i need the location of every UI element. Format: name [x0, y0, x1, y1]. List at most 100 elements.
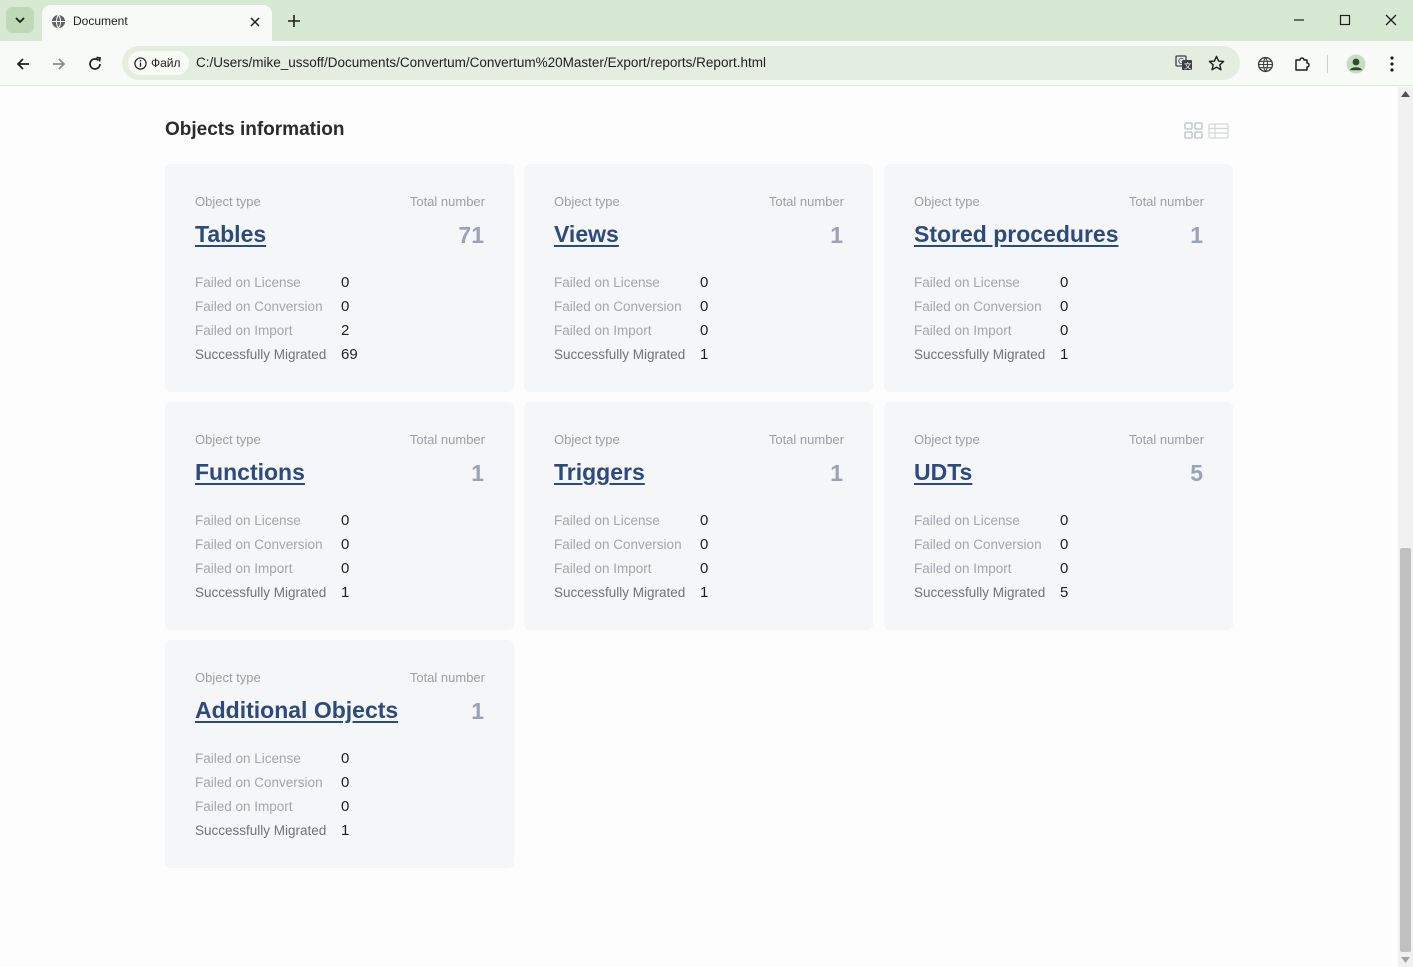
total-number-label: Total number [409, 432, 485, 447]
table-view-button[interactable] [1208, 123, 1229, 144]
globe-icon [51, 14, 66, 34]
object-card: Object type Total number Tables 71 Faile… [165, 164, 514, 392]
failed-import-label: Failed on Import [195, 322, 293, 338]
migrated-value: 1 [341, 821, 350, 839]
failed-license-value: 0 [700, 273, 709, 291]
reload-icon [89, 56, 101, 70]
failed-conversion-label: Failed on Conversion [195, 536, 323, 552]
back-button[interactable] [10, 51, 36, 77]
failed-license-label: Failed on License [914, 274, 1020, 290]
failed-license-label: Failed on License [195, 750, 301, 766]
chevron-down-icon [15, 17, 25, 24]
migrated-label: Successfully Migrated [914, 346, 1046, 362]
page-scrollbar[interactable] [1398, 87, 1413, 967]
migrated-value: 1 [700, 583, 709, 601]
forward-button[interactable] [46, 51, 72, 77]
translate-button[interactable]: G文 [1172, 51, 1196, 75]
object-total: 1 [1190, 222, 1203, 248]
object-type-link[interactable]: Functions [195, 459, 305, 486]
object-type-link[interactable]: Stored procedures [914, 221, 1119, 248]
browser-menu-button[interactable] [1379, 51, 1405, 77]
total-number-label: Total number [768, 194, 844, 209]
extensions-button[interactable] [1289, 51, 1315, 77]
object-card: Object type Total number Additional Obje… [165, 640, 514, 868]
url-text[interactable]: C:/Users/mike_ussoff/Documents/Convertum… [196, 55, 766, 70]
object-stats: Failed on License 0 Failed on Conversion 0… [914, 270, 1068, 366]
tab-title: Document [73, 14, 128, 28]
migrated-label: Successfully Migrated [195, 346, 327, 362]
failed-license-label: Failed on License [195, 274, 301, 290]
failed-import-value: 0 [1060, 321, 1069, 339]
failed-license-label: Failed on License [554, 274, 660, 290]
failed-conversion-value: 0 [341, 297, 350, 315]
migrated-value: 5 [1060, 583, 1069, 601]
object-type-link[interactable]: UDTs [914, 459, 972, 486]
failed-import-value: 0 [1060, 559, 1069, 577]
failed-license-value: 0 [341, 511, 350, 529]
minimize-icon [1294, 19, 1304, 21]
close-icon [1385, 14, 1397, 26]
scrollbar-thumb[interactable] [1400, 548, 1411, 952]
object-stats: Failed on License 0 Failed on Conversion 0… [195, 270, 358, 366]
reload-button[interactable] [82, 51, 108, 77]
star-icon [1208, 55, 1224, 70]
failed-import-label: Failed on Import [914, 322, 1012, 338]
tab-strip: Document [0, 0, 1413, 41]
failed-license-value: 0 [700, 511, 709, 529]
migrated-label: Successfully Migrated [554, 346, 686, 362]
total-number-label: Total number [409, 670, 485, 685]
vpn-button[interactable] [1252, 51, 1278, 77]
object-total: 1 [471, 698, 484, 724]
profile-button[interactable] [1343, 51, 1369, 77]
failed-conversion-label: Failed on Conversion [195, 774, 323, 790]
grid-view-button[interactable] [1184, 122, 1203, 144]
tab-search-button[interactable] [6, 7, 34, 33]
migrated-label: Successfully Migrated [195, 584, 327, 600]
failed-conversion-value: 0 [341, 535, 350, 553]
migrated-value: 1 [700, 345, 709, 363]
failed-conversion-value: 0 [1060, 297, 1069, 315]
failed-import-label: Failed on Import [195, 798, 293, 814]
total-number-label: Total number [409, 194, 485, 209]
more-vertical-icon [1390, 56, 1394, 72]
maximize-button[interactable] [1332, 8, 1358, 32]
toolbar-divider [1327, 55, 1328, 73]
object-card: Object type Total number Functions 1 Fai… [165, 402, 514, 630]
object-stats: Failed on License 0 Failed on Conversion 0… [195, 508, 349, 604]
maximize-icon [1339, 14, 1351, 26]
object-type-label: Object type [195, 432, 261, 447]
failed-import-value: 0 [341, 559, 350, 577]
scroll-down-arrow-icon[interactable] [1401, 957, 1410, 963]
new-tab-button[interactable] [282, 9, 306, 33]
object-type-link[interactable]: Tables [195, 221, 266, 248]
browser-tab[interactable]: Document [42, 5, 272, 41]
puzzle-icon [1295, 57, 1310, 71]
table-icon [1208, 123, 1229, 139]
address-bar[interactable]: Файл C:/Users/mike_ussoff/Documents/Conv… [122, 46, 1240, 80]
close-tab-button[interactable] [246, 13, 264, 31]
minimize-button[interactable] [1286, 8, 1312, 32]
object-type-link[interactable]: Views [554, 221, 619, 248]
browser-toolbar: Файл C:/Users/mike_ussoff/Documents/Conv… [0, 41, 1413, 86]
svg-text:文: 文 [1184, 61, 1192, 71]
grid-icon [1184, 122, 1203, 139]
bookmark-button[interactable] [1204, 51, 1228, 75]
object-type-label: Object type [195, 670, 261, 685]
object-stats: Failed on License 0 Failed on Conversion 0… [914, 508, 1068, 604]
object-card: Object type Total number UDTs 5 Failed o… [884, 402, 1233, 630]
object-total: 1 [471, 460, 484, 486]
object-type-link[interactable]: Additional Objects [195, 697, 398, 724]
object-type-link[interactable]: Triggers [554, 459, 645, 486]
migrated-value: 1 [1060, 345, 1069, 363]
close-window-button[interactable] [1378, 8, 1404, 32]
page-title: Objects information [165, 119, 345, 140]
translate-icon: G文 [1175, 55, 1192, 71]
site-info-chip[interactable]: Файл [128, 51, 189, 75]
object-type-label: Object type [914, 432, 980, 447]
failed-license-label: Failed on License [195, 512, 301, 528]
failed-license-value: 0 [341, 273, 350, 291]
migrated-label: Successfully Migrated [554, 584, 686, 600]
object-card: Object type Total number Triggers 1 Fail… [524, 402, 873, 630]
failed-conversion-label: Failed on Conversion [914, 536, 1042, 552]
scroll-up-arrow-icon[interactable] [1401, 91, 1410, 97]
